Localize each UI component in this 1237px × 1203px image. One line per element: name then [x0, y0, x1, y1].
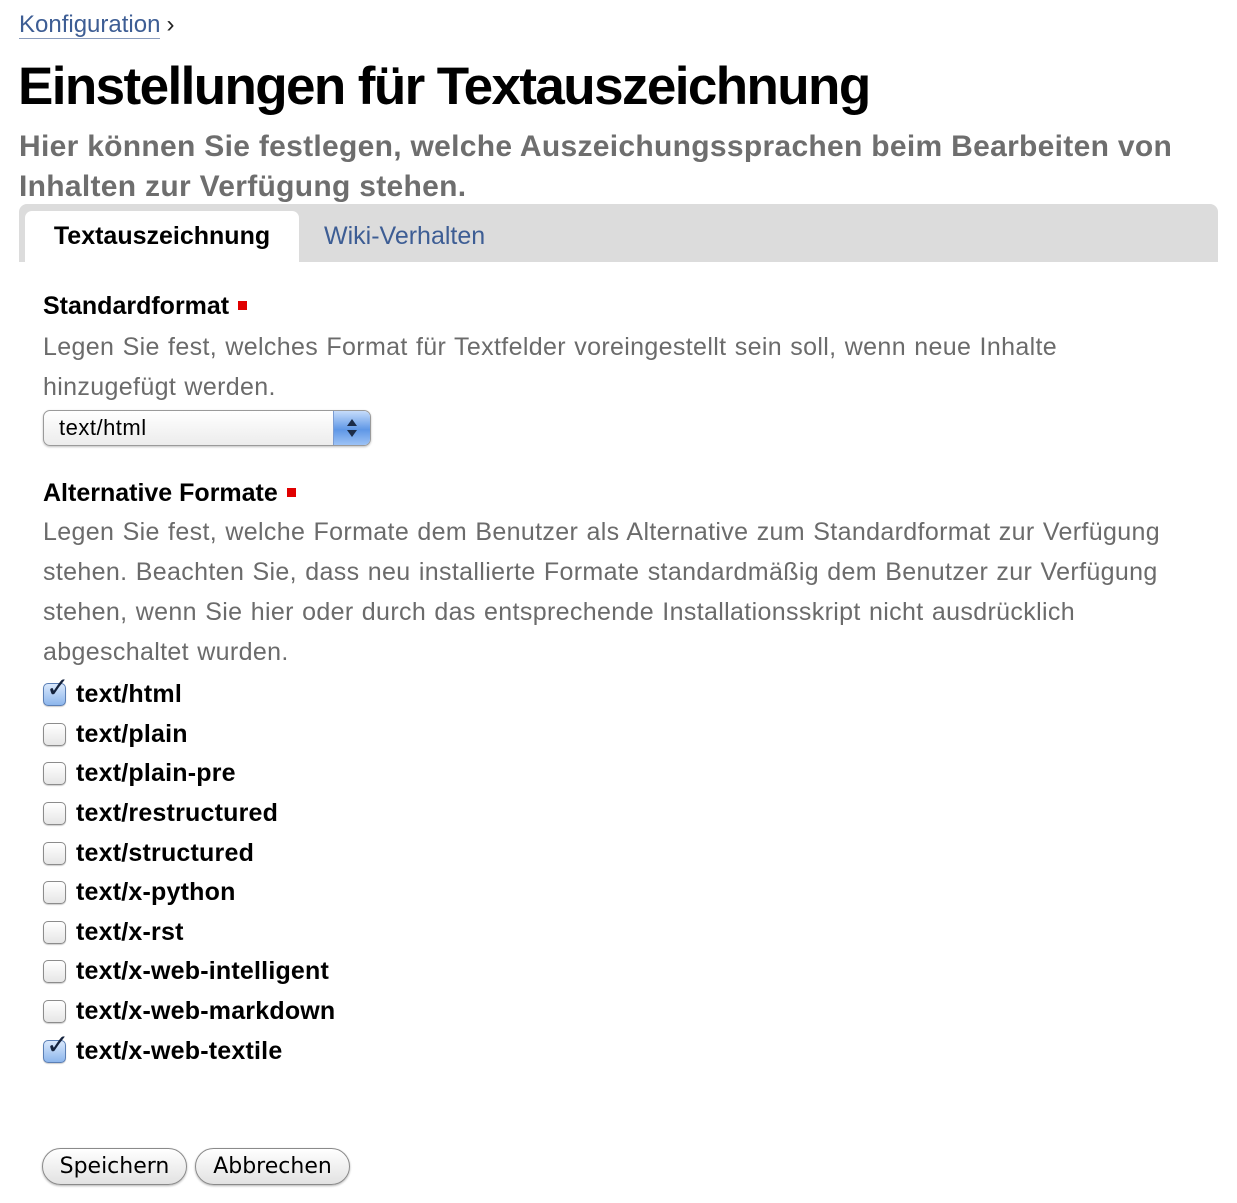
format-option-text-plain[interactable]: text/plain	[43, 715, 335, 755]
page-description: Hier können Sie festlegen, welche Auszei…	[19, 130, 1173, 203]
select-arrows-icon	[333, 411, 370, 445]
default-format-help: Legen Sie fest, welches Format für Textf…	[43, 333, 1058, 401]
format-checkbox[interactable]	[43, 722, 66, 746]
format-option-label: text/plain	[76, 719, 188, 748]
tab-bar: Textauszeichnung Wiki-Verhalten	[19, 204, 1218, 262]
tab-wiki-verhalten[interactable]: Wiki-Verhalten	[324, 211, 485, 262]
format-option-text-x-web-intelligent[interactable]: text/x-web-intelligent	[43, 952, 335, 992]
default-format-select[interactable]: text/html	[43, 410, 371, 446]
format-checkbox[interactable]	[43, 960, 66, 984]
breadcrumb: Konfiguration ›	[19, 9, 174, 41]
format-option-text-x-web-markdown[interactable]: text/x-web-markdown	[43, 992, 335, 1032]
save-button[interactable]: Speichern	[42, 1148, 187, 1185]
alternative-formats-help: Legen Sie fest, welche Formate dem Benut…	[43, 518, 1160, 666]
format-option-label: text/x-web-markdown	[76, 997, 336, 1026]
format-checkbox[interactable]: ✓	[43, 1030, 69, 1063]
alternative-formats-label-text: Alternative Formate	[43, 479, 278, 507]
checkmark-icon: ✓	[46, 671, 70, 705]
required-marker-icon	[286, 488, 296, 497]
format-option-label: text/x-web-textile	[76, 1036, 283, 1065]
format-option-label: text/restructured	[76, 799, 279, 828]
format-checkbox[interactable]	[43, 1000, 66, 1024]
breadcrumb-separator: ›	[166, 11, 175, 38]
required-marker-icon	[238, 301, 248, 310]
tab-textauszeichnung[interactable]: Textauszeichnung	[25, 211, 299, 262]
format-checkbox[interactable]: ✓	[43, 674, 69, 707]
default-format-label-text: Standardformat	[43, 292, 230, 320]
format-checkbox[interactable]	[43, 841, 66, 865]
checkmark-icon: ✓	[46, 1027, 70, 1061]
alternative-formats-list: ✓ text/html text/plain text/plain-pre te…	[43, 674, 335, 1071]
alternative-formats-label: Alternative Formate	[43, 477, 296, 509]
format-checkbox[interactable]	[43, 802, 66, 826]
format-option-text-x-rst[interactable]: text/x-rst	[43, 913, 335, 953]
page-title: Einstellungen für Textauszeichnung	[18, 57, 871, 116]
format-checkbox[interactable]	[43, 762, 66, 786]
breadcrumb-link-konfiguration[interactable]: Konfiguration	[19, 11, 161, 39]
cancel-button[interactable]: Abbrechen	[195, 1148, 350, 1185]
format-option-label: text/x-rst	[76, 917, 184, 946]
format-option-text-x-python[interactable]: text/x-python	[43, 873, 335, 913]
format-checkbox[interactable]	[43, 920, 66, 944]
format-option-text-html[interactable]: ✓ text/html	[43, 674, 335, 715]
default-format-selected-value: text/html	[59, 415, 147, 440]
format-option-label: text/plain-pre	[76, 759, 236, 788]
format-option-label: text/html	[76, 680, 182, 709]
format-option-text-plain-pre[interactable]: text/plain-pre	[43, 754, 335, 794]
format-checkbox[interactable]	[43, 881, 66, 905]
format-option-label: text/structured	[76, 838, 255, 867]
format-option-label: text/x-web-intelligent	[76, 957, 330, 986]
format-option-text-x-web-textile[interactable]: ✓ text/x-web-textile	[43, 1030, 335, 1071]
format-option-text-structured[interactable]: text/structured	[43, 833, 335, 873]
format-option-text-restructured[interactable]: text/restructured	[43, 794, 335, 834]
default-format-label: Standardformat	[43, 290, 248, 322]
format-option-label: text/x-python	[76, 878, 236, 907]
